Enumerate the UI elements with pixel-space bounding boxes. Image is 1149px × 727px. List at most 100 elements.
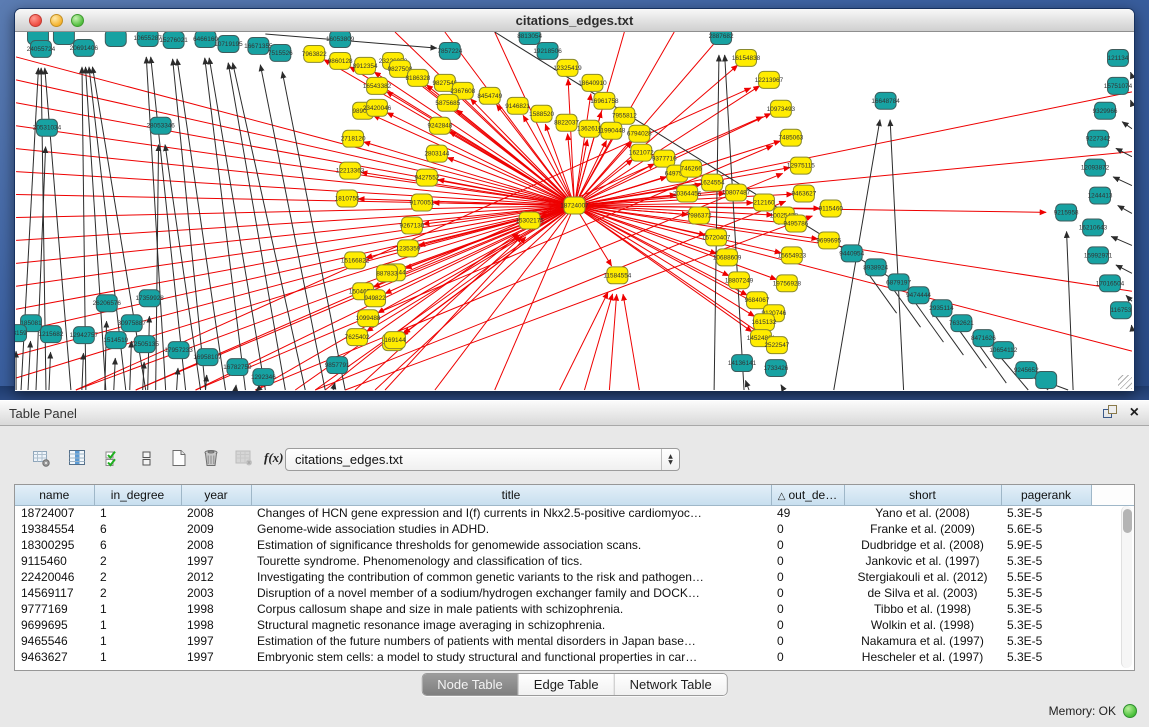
network-node[interactable]: 1733426 [764, 360, 789, 377]
table-cell[interactable]: 0 [771, 521, 844, 537]
table-cell[interactable]: 9777169 [15, 601, 94, 617]
table-cell[interactable]: Franke et al. (2009) [844, 521, 1001, 537]
network-node[interactable]: 20691406 [70, 39, 99, 56]
table-cell[interactable]: Yano et al. (2008) [844, 505, 1001, 521]
table-scrollbar[interactable] [1121, 506, 1132, 668]
table-cell[interactable]: 2003 [181, 585, 251, 601]
table-cell[interactable]: 0 [771, 537, 844, 553]
network-node[interactable]: 1244413 [1088, 187, 1113, 204]
table-cell[interactable]: 2 [94, 553, 181, 569]
network-node[interactable]: 15166822 [341, 252, 370, 269]
table-cell[interactable]: 1997 [181, 553, 251, 569]
table-cell[interactable]: Jankovic et al. (1997) [844, 553, 1001, 569]
table-cell[interactable]: 2012 [181, 569, 251, 585]
network-node[interactable]: 10973493 [767, 100, 796, 117]
table-cell[interactable]: Nakamura et al. (1997) [844, 633, 1001, 649]
table-row[interactable]: 977716911998Corpus callosum shape and si… [15, 601, 1134, 617]
network-node[interactable]: 7625402 [345, 329, 370, 346]
network-node[interactable]: 1235359 [396, 240, 421, 257]
network-node[interactable]: 746266 [681, 160, 703, 177]
network-node[interactable] [105, 32, 126, 46]
network-node[interactable]: 9440954 [839, 245, 864, 262]
network-node[interactable]: 10655287 [134, 32, 163, 46]
network-node[interactable]: 9377716 [652, 150, 677, 167]
network-node[interactable]: 20531034 [33, 119, 62, 136]
network-node[interactable]: 11584554 [603, 267, 631, 284]
network-view-window[interactable]: citations_edges.txt 18724007240557242069… [14, 8, 1135, 391]
network-node[interactable]: 5875685 [435, 94, 460, 111]
table-cell[interactable]: 5.3E-5 [1001, 649, 1091, 665]
column-header-out-de-[interactable]: △out_de… [771, 485, 844, 505]
table-settings-icon[interactable] [28, 444, 54, 472]
table-cell[interactable]: Embryonic stem cells: a model to study s… [251, 649, 771, 665]
network-node[interactable]: 9115460 [819, 200, 844, 217]
network-node[interactable]: 1588520 [529, 105, 554, 122]
network-node[interactable]: 10807487 [722, 184, 751, 201]
network-node[interactable]: 10719195 [214, 35, 243, 52]
network-node[interactable]: 30975887 [118, 315, 147, 332]
network-window-titlebar[interactable]: citations_edges.txt [15, 9, 1134, 32]
network-node[interactable]: 9227342 [1086, 130, 1111, 147]
network-node[interactable]: 17359928 [135, 290, 164, 307]
network-node[interactable]: 2718120 [341, 130, 366, 147]
tab-edge-table[interactable]: Edge Table [519, 674, 615, 695]
network-node[interactable]: 15654923 [778, 247, 807, 264]
table-cell[interactable]: 1997 [181, 633, 251, 649]
network-node[interactable]: 7485063 [778, 129, 803, 146]
network-node[interactable]: 2887682 [709, 32, 734, 44]
network-node[interactable]: 6794028 [627, 125, 652, 142]
network-node[interactable]: 8471626 [971, 330, 996, 347]
network-node[interactable]: 18640910 [578, 74, 607, 91]
table-cell[interactable]: 5.3E-5 [1001, 633, 1091, 649]
network-node[interactable]: 16782759 [223, 359, 252, 376]
network-node[interactable]: 7857224 [437, 42, 462, 59]
table-row[interactable]: 969969511998Structural magnetic resonanc… [15, 617, 1134, 633]
column-header-pagerank[interactable]: pagerank [1001, 485, 1091, 505]
network-node[interactable]: 19218506 [533, 42, 562, 59]
table-cell[interactable]: 5.3E-5 [1001, 553, 1091, 569]
column-header-in-degree[interactable]: in_degree [94, 485, 181, 505]
network-node[interactable]: 17016504 [1096, 275, 1125, 292]
network-node[interactable]: 8454749 [477, 87, 502, 104]
table-cell[interactable]: Changes of HCN gene expression and I(f) … [251, 505, 771, 521]
table-cell[interactable]: 18724007 [15, 505, 94, 521]
table-cell[interactable]: 0 [771, 633, 844, 649]
table-cell[interactable]: Genome-wide association studies in ADHD. [251, 521, 771, 537]
network-node[interactable]: 8186328 [406, 69, 431, 86]
tab-node-table[interactable]: Node Table [422, 674, 519, 695]
table-cell[interactable]: 1 [94, 649, 181, 665]
table-row[interactable]: 1456911722003Disruption of a novel membe… [15, 585, 1134, 601]
table-cell[interactable]: 5.3E-5 [1001, 505, 1091, 521]
column-header-year[interactable]: year [181, 485, 251, 505]
network-node[interactable]: 121134 [1108, 49, 1129, 66]
network-node[interactable]: 2522547 [765, 337, 790, 354]
trash-icon[interactable] [198, 444, 224, 472]
network-node[interactable]: 9170051 [410, 194, 435, 211]
float-panel-icon[interactable] [1103, 405, 1118, 420]
table-cell[interactable]: Hescheler et al. (1997) [844, 649, 1001, 665]
network-node[interactable]: 9463627 [791, 185, 816, 202]
network-node[interactable]: 8822037 [554, 114, 579, 131]
table-cell[interactable]: 1 [94, 633, 181, 649]
tab-network-table[interactable]: Network Table [615, 674, 727, 695]
network-node[interactable]: 212160 [753, 194, 775, 211]
new-table-document-icon[interactable] [166, 444, 192, 472]
table-cell[interactable]: 49 [771, 505, 844, 521]
table-cell[interactable]: Disruption of a novel member of a sodium… [251, 585, 771, 601]
network-node[interactable]: 16053809 [326, 32, 355, 47]
network-node[interactable]: 2935114 [929, 300, 954, 317]
network-node[interactable]: 8813054 [517, 32, 542, 44]
table-cell[interactable]: 5.3E-5 [1001, 601, 1091, 617]
table-cell[interactable]: 1 [94, 617, 181, 633]
network-node[interactable]: 9427552 [414, 169, 439, 186]
table-cell[interactable]: Tibbo et al. (1998) [844, 601, 1001, 617]
network-node[interactable]: 11990448 [597, 122, 625, 139]
table-cell[interactable]: 0 [771, 553, 844, 569]
network-node[interactable]: 15302175 [515, 212, 544, 229]
network-node[interactable]: 8938924 [863, 259, 888, 276]
table-cell[interactable]: Estimation of the future numbers of pati… [251, 633, 771, 649]
network-node[interactable]: 1624554 [700, 174, 725, 191]
table-cell[interactable]: Corpus callosum shape and size in male p… [251, 601, 771, 617]
network-node[interactable]: 12093872 [1081, 159, 1110, 176]
network-node[interactable]: 169144 [384, 332, 406, 349]
